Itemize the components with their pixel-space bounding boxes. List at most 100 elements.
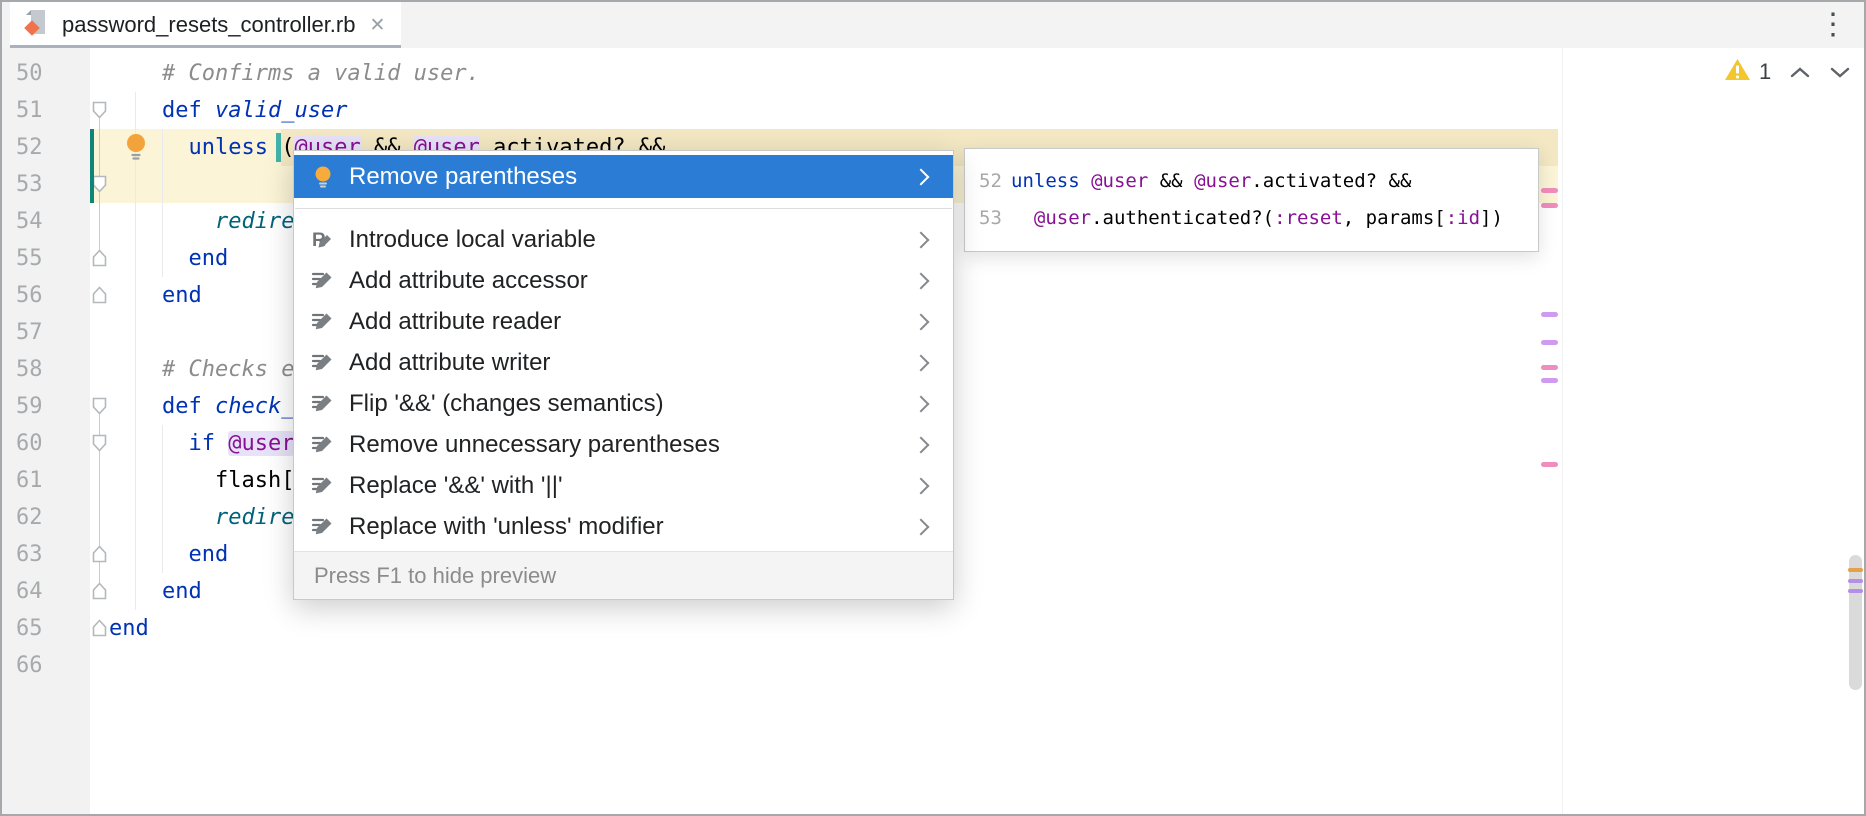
editor-tab-bar: password_resets_controller.rb ✕ ⋮ — [2, 2, 1864, 49]
line-number[interactable]: 52 — [2, 129, 90, 166]
chevron-up-icon — [1792, 69, 1808, 76]
scrollbar-thumb[interactable] — [1849, 555, 1862, 690]
stripe-mark[interactable] — [1848, 568, 1863, 572]
chevron-right-icon — [913, 313, 930, 330]
preview-code-text: @user.authenticated?(:reset, params[:id]… — [1011, 200, 1503, 237]
tab-title: password_resets_controller.rb — [62, 12, 355, 38]
edit-icon — [310, 514, 336, 540]
line-number[interactable]: 61 — [2, 462, 90, 499]
fold-marker-up-icon[interactable] — [92, 545, 107, 563]
line-number[interactable]: 54 — [2, 203, 90, 240]
refactor-icon: R — [310, 227, 336, 253]
chevron-right-icon — [913, 231, 930, 248]
edit-icon — [310, 268, 336, 294]
close-tab-icon[interactable]: ✕ — [369, 16, 385, 35]
fold-column — [90, 647, 109, 684]
edit-icon — [310, 473, 336, 499]
stripe-mark[interactable] — [1848, 589, 1863, 593]
line-number[interactable]: 60 — [2, 425, 90, 462]
kebab-menu-icon[interactable]: ⋮ — [1818, 10, 1848, 40]
intention-item-label: Remove unnecessary parentheses — [349, 431, 915, 459]
intention-item-remove-parentheses[interactable]: Remove parentheses — [294, 155, 953, 198]
chevron-right-icon — [913, 518, 930, 535]
code-text: # Confirms a valid user. — [109, 55, 480, 92]
line-number[interactable]: 53 — [2, 166, 90, 203]
code-text: end — [109, 573, 202, 610]
fold-marker-down-icon[interactable] — [92, 434, 107, 452]
line-number[interactable]: 56 — [2, 277, 90, 314]
ruby-file-icon — [22, 8, 52, 43]
edit-icon — [310, 350, 336, 376]
intention-item-label: Replace with 'unless' modifier — [349, 513, 915, 541]
code-line: 65 end — [2, 610, 1864, 647]
intention-item-label: Add attribute accessor — [349, 267, 915, 295]
line-number[interactable]: 58 — [2, 351, 90, 388]
intention-item-add-attribute-accessor[interactable]: Add attribute accessor — [294, 260, 953, 301]
intention-item-label: Replace '&&' with '||' — [349, 472, 915, 500]
intention-item-remove-unnecessary-parentheses[interactable]: Remove unnecessary parentheses — [294, 424, 953, 465]
intention-item-flip-changes-semantics[interactable]: Flip '&&' (changes semantics) — [294, 383, 953, 424]
code-text: end — [109, 240, 228, 277]
preview-lines: 52unless @user && @user.activated? &&53 … — [965, 163, 1538, 237]
line-number[interactable]: 65 — [2, 610, 90, 647]
previous-problem-button[interactable] — [1789, 66, 1811, 79]
code-text: end — [109, 610, 149, 647]
fold-marker-up-icon[interactable] — [92, 582, 107, 600]
line-number[interactable]: 59 — [2, 388, 90, 425]
code-line: 66 — [2, 647, 1864, 684]
intention-item-replace-with-unless-modifier[interactable]: Replace with 'unless' modifier — [294, 506, 953, 547]
code-text: end — [109, 536, 228, 573]
warning-count: 1 — [1759, 59, 1771, 85]
code-text: def valid_user — [109, 92, 347, 129]
popup-footer-text: Press F1 to hide preview — [314, 563, 556, 589]
line-number[interactable]: 62 — [2, 499, 90, 536]
line-number[interactable]: 50 — [2, 55, 90, 92]
fold-marker-down-icon[interactable] — [92, 175, 107, 193]
edit-icon — [310, 309, 336, 335]
preview-code-line: 53 @user.authenticated?(:reset, params[:… — [965, 200, 1538, 237]
preview-line-number: 52 — [965, 163, 1011, 200]
line-number[interactable]: 57 — [2, 314, 90, 351]
chevron-right-icon — [913, 436, 930, 453]
line-number[interactable]: 63 — [2, 536, 90, 573]
line-number[interactable]: 64 — [2, 573, 90, 610]
intention-item-add-attribute-writer[interactable]: Add attribute writer — [294, 342, 953, 383]
line-number[interactable]: 55 — [2, 240, 90, 277]
popup-items: Remove parentheses R Introduce local varia… — [294, 155, 953, 547]
chevron-right-icon — [913, 354, 930, 371]
intention-item-replace-with[interactable]: Replace '&&' with '||' — [294, 465, 953, 506]
code-text: end — [109, 277, 202, 314]
edit-icon — [310, 432, 336, 458]
preview-code-line: 52unless @user && @user.activated? && — [965, 163, 1538, 200]
stripe-mark[interactable] — [1848, 579, 1863, 583]
line-number[interactable]: 66 — [2, 647, 90, 684]
intention-item-introduce-local-variable[interactable]: R Introduce local variable — [294, 219, 953, 260]
affected-range-bar — [90, 129, 94, 203]
fold-column — [90, 351, 109, 388]
fold-marker-up-icon[interactable] — [92, 619, 107, 637]
chevron-right-icon — [913, 272, 930, 289]
edit-icon — [310, 391, 336, 417]
code-line: 50 # Confirms a valid user. — [2, 55, 1864, 92]
line-number[interactable]: 51 — [2, 92, 90, 129]
intention-item-label: Introduce local variable — [349, 226, 915, 254]
ide-window: password_resets_controller.rb ✕ ⋮ 50 # C… — [0, 0, 1866, 816]
intention-actions-popup: Remove parentheses R Introduce local varia… — [293, 150, 954, 600]
preview-line-number: 53 — [965, 200, 1011, 237]
intention-item-label: Remove parentheses — [349, 163, 915, 191]
next-problem-button[interactable] — [1829, 66, 1851, 79]
fold-marker-up-icon[interactable] — [92, 249, 107, 267]
intention-bulb-icon[interactable] — [123, 131, 149, 167]
inspections-widget[interactable]: 1 — [1724, 58, 1851, 86]
fold-marker-up-icon[interactable] — [92, 286, 107, 304]
chevron-right-icon — [913, 168, 930, 185]
popup-footer: Press F1 to hide preview — [294, 551, 953, 599]
chevron-right-icon — [913, 395, 930, 412]
intention-item-label: Flip '&&' (changes semantics) — [349, 390, 915, 418]
text-caret — [276, 133, 281, 162]
tab-password-resets-controller[interactable]: password_resets_controller.rb ✕ — [10, 2, 401, 48]
fold-marker-down-icon[interactable] — [92, 397, 107, 415]
fold-marker-down-icon[interactable] — [92, 101, 107, 119]
intention-item-label: Add attribute reader — [349, 308, 915, 336]
intention-item-add-attribute-reader[interactable]: Add attribute reader — [294, 301, 953, 342]
